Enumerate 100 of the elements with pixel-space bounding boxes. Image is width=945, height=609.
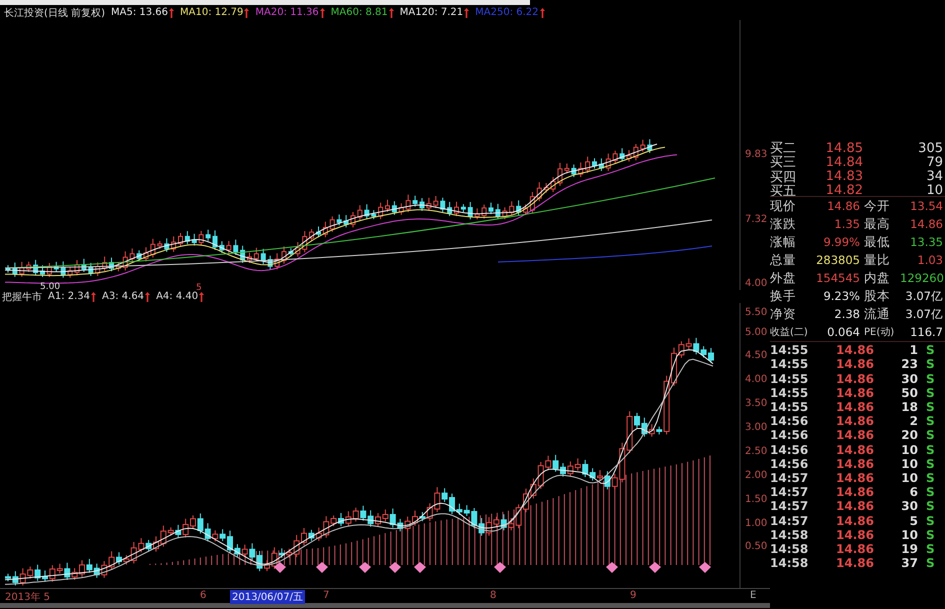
indicator-value: A1: 2.34 — [48, 291, 90, 302]
trade-time: 14:56 — [770, 442, 810, 457]
stat-label: 总量 — [770, 252, 797, 269]
trade-price: 14.86 — [835, 386, 874, 400]
period-marker: 5 — [196, 283, 202, 290]
price-axis-label: 7.32 — [745, 214, 768, 225]
price-axis-label: 4.00 — [745, 278, 768, 289]
indicator-axis-label: 1.00 — [745, 518, 768, 529]
date-axis-label[interactable]: 2013年 5 — [5, 590, 50, 604]
indicator-axis-label: 5.00 — [745, 327, 768, 338]
trade-time: 14:55 — [770, 343, 810, 358]
ma-value: MA120: 7.21 — [400, 7, 464, 18]
stat-label: 最高 — [863, 216, 891, 233]
trade-volume: 30 — [900, 372, 919, 386]
trade-price: 14.86 — [835, 528, 874, 542]
stat-value: 3.07亿 — [904, 288, 944, 304]
bid-volume: 34 — [925, 169, 944, 184]
trade-price: 14.86 — [835, 343, 874, 358]
trade-volume: 2 — [908, 414, 919, 428]
trade-price: 14.86 — [835, 414, 874, 428]
indicator-axis-label: 1.50 — [745, 494, 768, 505]
trade-volume: 19 — [900, 542, 919, 556]
trade-side: S — [925, 514, 936, 528]
stat-value: 1.03 — [916, 253, 944, 268]
indicator-axis-label: 5.50 — [745, 307, 768, 318]
trade-time: 14:56 — [770, 414, 810, 428]
trade-side: S — [925, 343, 936, 358]
trade-time: 14:55 — [770, 400, 810, 414]
stat-value: 13.54 — [909, 199, 944, 214]
chart-title: 长江投资(日线 前复权) — [4, 6, 105, 20]
indicator-value: A4: 4.40 — [156, 291, 198, 302]
bid-label: 买三 — [770, 154, 797, 170]
trade-price: 14.86 — [835, 400, 874, 414]
indicator-axis-label: 0.50 — [745, 541, 768, 552]
trade-side: S — [925, 528, 936, 542]
stat-label: 量比 — [863, 252, 891, 269]
trade-volume: 18 — [900, 400, 919, 414]
stat-value: 14.86 — [909, 217, 944, 232]
date-axis-label[interactable]: 6 — [200, 590, 206, 601]
stat-value: 116.7 — [909, 325, 944, 340]
indicator-axis-label: 2.50 — [745, 446, 768, 457]
trade-volume: 6 — [908, 485, 919, 500]
indicator-axis-label: 4.00 — [745, 374, 768, 385]
trade-price: 14.86 — [835, 514, 874, 528]
trade-side: S — [925, 442, 936, 457]
trade-volume: 5 — [908, 514, 919, 528]
stat-value: 129260 — [900, 271, 945, 286]
trade-side: S — [925, 357, 936, 372]
stat-value: 0.064 — [826, 325, 860, 340]
trade-time: 14:56 — [770, 456, 810, 471]
trade-volume: 30 — [900, 499, 919, 514]
trade-time: 14:56 — [770, 428, 810, 442]
stat-label: 换手 — [770, 288, 797, 305]
stat-label: 涨幅 — [770, 234, 797, 251]
stat-value: 9.99% — [822, 235, 860, 250]
trade-time: 14:57 — [770, 514, 810, 528]
indicator-axis-label: 3.50 — [745, 398, 768, 409]
indicator-axis-label: 4.50 — [745, 350, 768, 361]
trade-volume: 10 — [900, 442, 919, 457]
date-axis-label[interactable]: 9 — [630, 590, 636, 601]
stat-value: 1.35 — [833, 217, 860, 232]
trade-side: S — [925, 485, 936, 500]
stat-label: 流通 — [863, 306, 891, 323]
bid-price: 14.82 — [824, 183, 863, 198]
trade-price: 14.86 — [835, 499, 874, 514]
trade-side: S — [925, 470, 936, 485]
stat-label: 收益(二) — [770, 326, 809, 340]
trade-time: 14:55 — [770, 386, 810, 400]
date-axis-label[interactable]: 7 — [323, 590, 330, 601]
trade-price: 14.86 — [835, 442, 874, 457]
bid-label: 买二 — [770, 140, 797, 156]
trade-price: 14.86 — [835, 456, 874, 471]
trade-price: 14.86 — [835, 428, 874, 442]
trade-time: 14:55 — [770, 357, 810, 372]
trade-time: 14:57 — [770, 499, 810, 514]
stat-value: 154545 — [815, 271, 860, 286]
trade-volume: 20 — [900, 428, 919, 442]
trade-volume: 1 — [908, 343, 919, 358]
trade-volume: 10 — [900, 528, 919, 542]
date-axis-label[interactable]: 2013/06/07/五 — [230, 590, 306, 604]
bid-price: 14.84 — [824, 154, 863, 170]
stat-label: 外盘 — [770, 270, 797, 287]
trade-price: 14.86 — [835, 470, 874, 485]
trade-time: 14:58 — [770, 556, 810, 570]
date-axis-label[interactable]: 8 — [490, 590, 496, 601]
bid-label: 买四 — [770, 168, 797, 185]
trade-side: S — [925, 499, 936, 514]
indicator-axis-label: 2.00 — [745, 470, 768, 481]
trade-volume: 10 — [900, 470, 919, 485]
trade-volume: 50 — [900, 386, 919, 400]
stat-label: 股本 — [863, 288, 891, 305]
stat-label: PE(动) — [863, 326, 896, 340]
trade-price: 14.86 — [835, 372, 874, 386]
trade-side: S — [925, 428, 936, 442]
trade-side: S — [925, 542, 936, 556]
bid-volume: 305 — [917, 140, 944, 156]
trade-volume: 37 — [900, 556, 919, 570]
stat-value: 9.23% — [822, 289, 860, 304]
trade-volume: 10 — [900, 456, 919, 471]
stat-value: 283805 — [815, 253, 860, 268]
